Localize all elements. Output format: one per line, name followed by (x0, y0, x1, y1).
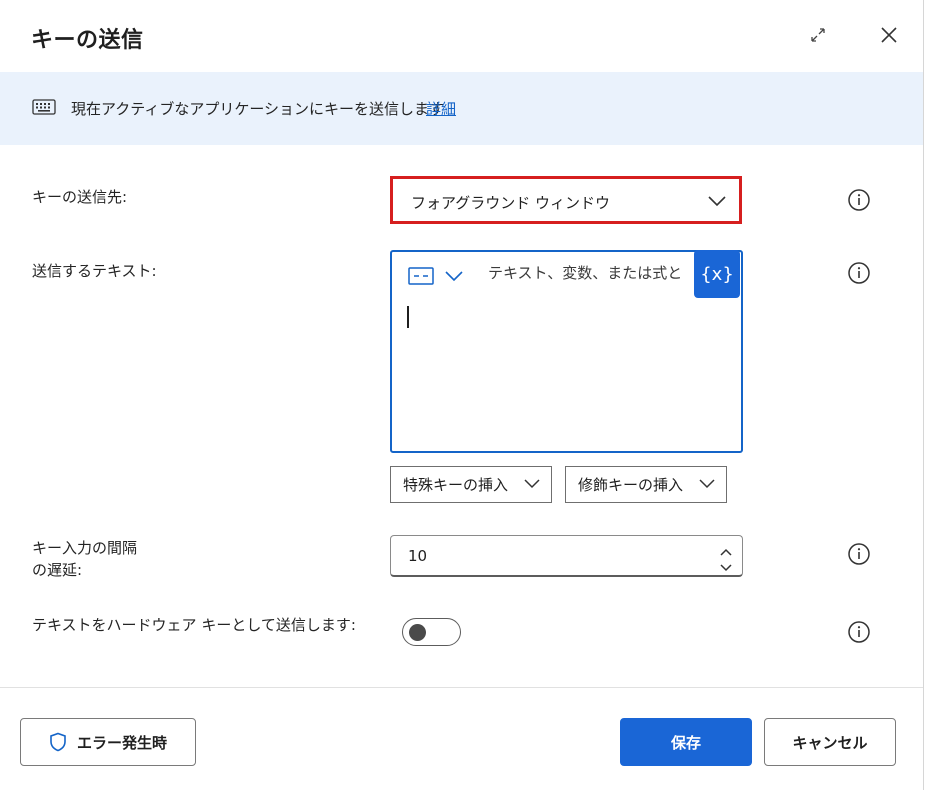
insert-modifier-key-button[interactable]: 修飾キーの挿入 (565, 466, 727, 503)
on-error-label: エラー発生時 (76, 733, 167, 752)
text-format-icon[interactable] (408, 266, 434, 290)
toggle-knob (409, 624, 426, 641)
insert-special-key-button[interactable]: 特殊キーの挿入 (390, 466, 552, 503)
info-banner: 現在アクティブなアプリケーションにキーを送信します 詳細 (0, 72, 923, 145)
details-link[interactable]: 詳細 (426, 98, 456, 119)
text-input[interactable]: テキスト、変数、または式と (390, 250, 743, 453)
chevron-down-icon (707, 193, 727, 212)
text-info-icon[interactable] (847, 261, 871, 285)
delay-label: キー入力の間隔 の遅延: (32, 537, 137, 581)
target-value: フォアグラウンド ウィンドウ (411, 194, 611, 212)
hardware-info-icon[interactable] (847, 620, 871, 644)
delay-label-line1: キー入力の間隔 (32, 539, 138, 557)
on-error-button[interactable]: エラー発生時 (20, 718, 196, 766)
chevron-down-icon (523, 477, 541, 495)
footer-divider (0, 687, 923, 688)
shield-icon (49, 732, 67, 752)
insert-modifier-key-label: 修飾キーの挿入 (578, 476, 684, 494)
send-keys-dialog: キーの送信 現在アクティブなアプリケーションにキーを送信します 詳細 キーの送信… (0, 0, 924, 790)
hardware-keys-toggle[interactable] (402, 618, 461, 646)
format-chevron-down-icon[interactable] (444, 268, 464, 287)
banner-text: 現在アクティブなアプリケーションにキーを送信します (71, 100, 445, 118)
expand-icon[interactable] (805, 22, 831, 48)
hardware-keys-label: テキストをハードウェア キーとして送信します: (32, 616, 356, 634)
cancel-button[interactable]: キャンセル (764, 718, 896, 766)
delay-info-icon[interactable] (847, 542, 871, 566)
delay-number-input[interactable]: 10 (390, 535, 743, 577)
text-caret (407, 306, 409, 328)
target-info-icon[interactable] (847, 188, 871, 212)
save-button[interactable]: 保存 (620, 718, 752, 766)
decrement-icon[interactable] (719, 558, 733, 577)
variable-button[interactable]: {x} (694, 250, 740, 298)
delay-value: 10 (408, 547, 428, 565)
target-label: キーの送信先: (32, 188, 128, 206)
text-placeholder: テキスト、変数、または式と (488, 264, 683, 282)
chevron-down-icon (698, 477, 716, 495)
text-label: 送信するテキスト: (32, 262, 157, 280)
target-dropdown[interactable]: フォアグラウンド ウィンドウ (390, 176, 742, 224)
keyboard-icon (32, 99, 56, 119)
dialog-title: キーの送信 (31, 28, 144, 53)
insert-special-key-label: 特殊キーの挿入 (403, 476, 509, 494)
delay-label-line2: の遅延: (32, 561, 83, 579)
close-icon[interactable] (874, 20, 904, 50)
